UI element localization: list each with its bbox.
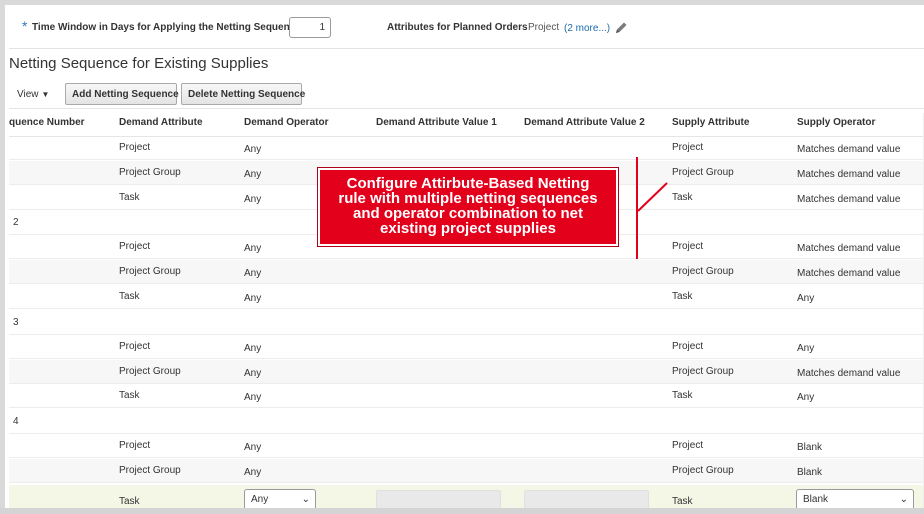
table-row[interactable]: Project Group Any Project Group Blank bbox=[9, 459, 924, 483]
supply-operator-cell: Matches demand value bbox=[797, 168, 901, 180]
bottom-edge bbox=[0, 508, 924, 514]
table-header: quence Number Demand Attribute Demand Op… bbox=[9, 108, 924, 137]
demand-operator-cell: Any bbox=[244, 293, 262, 304]
supply-attribute-cell: Task bbox=[672, 495, 693, 507]
table-row[interactable]: Project Group Any Project Group Matches dem… bbox=[9, 359, 924, 384]
sequence-group-row[interactable]: 4 bbox=[9, 409, 924, 435]
supply-attribute-cell: Project Group bbox=[672, 266, 734, 278]
demand-attribute-cell: Project Group bbox=[119, 266, 181, 278]
demand-attribute-cell: Task bbox=[119, 291, 140, 302]
supply-operator-value: Blank bbox=[803, 493, 829, 505]
table-row[interactable]: Task Any Task Any bbox=[9, 285, 924, 309]
add-netting-sequence-button[interactable]: Add Netting Sequence bbox=[65, 83, 179, 105]
supply-operator-cell: Matches demand value bbox=[797, 193, 901, 205]
table-row[interactable]: Project Any Project Matches demand value bbox=[9, 136, 924, 160]
sequence-number: 3 bbox=[13, 316, 19, 328]
supply-operator-cell: Any bbox=[797, 293, 815, 304]
supply-attribute-cell: Project bbox=[672, 241, 704, 253]
demand-attribute-cell: Task bbox=[119, 191, 140, 203]
demand-operator-cell: Any bbox=[244, 193, 262, 205]
supply-operator-cell: Matches demand value bbox=[797, 268, 901, 280]
supply-attribute-cell: Project bbox=[672, 142, 704, 153]
supply-operator-select[interactable]: Blank ⌄ bbox=[796, 488, 914, 509]
sequence-group-row[interactable]: 3 bbox=[9, 310, 924, 335]
col-demand-attribute[interactable]: Demand Attribute bbox=[119, 117, 203, 128]
chevron-down-icon: ⌄ bbox=[301, 493, 310, 505]
demand-attribute-cell: Project bbox=[119, 241, 151, 253]
col-demand-attribute-value-2[interactable]: Demand Attribute Value 2 bbox=[524, 117, 645, 128]
demand-operator-cell: Any bbox=[244, 367, 262, 379]
supply-operator-cell: Matches demand value bbox=[797, 243, 901, 255]
col-demand-attribute-value-1[interactable]: Demand Attribute Value 1 bbox=[376, 117, 497, 128]
demand-operator-cell: Any bbox=[244, 168, 262, 180]
demand-operator-cell: Any bbox=[244, 392, 262, 404]
col-supply-attribute[interactable]: Supply Attribute bbox=[672, 117, 749, 128]
supply-attribute-cell: Project Group bbox=[672, 166, 734, 178]
sequence-number: 2 bbox=[13, 217, 19, 229]
demand-operator-select[interactable]: Any ⌄ bbox=[244, 488, 316, 509]
delete-netting-sequence-button[interactable]: Delete Netting Sequence bbox=[181, 83, 305, 105]
section-title: Netting Sequence for Existing Supplies bbox=[9, 55, 269, 72]
demand-attribute-cell: Task bbox=[119, 390, 140, 402]
demand-operator-cell: Any bbox=[244, 467, 262, 478]
supply-operator-cell: Blank bbox=[797, 442, 823, 454]
supply-attribute-cell: Project bbox=[672, 440, 704, 452]
callout-connector bbox=[636, 157, 668, 259]
supply-attribute-cell: Task bbox=[672, 390, 693, 402]
caret-down-icon: ▼ bbox=[41, 90, 50, 99]
demand-operator-value: Any bbox=[251, 493, 269, 505]
attributes-more-link[interactable]: (2 more...) bbox=[564, 23, 610, 34]
table-row[interactable]: Project Any Project Blank bbox=[9, 434, 924, 459]
attributes-value: Project bbox=[528, 22, 560, 33]
demand-operator-cell: Any bbox=[244, 144, 262, 155]
demand-attribute-value-2-field[interactable] bbox=[524, 489, 649, 509]
netting-settings-panel: * Time Window in Days for Applying the N… bbox=[5, 5, 924, 509]
table-row[interactable]: Project Any Project Any bbox=[9, 335, 924, 359]
page: * Time Window in Days for Applying the N… bbox=[0, 0, 924, 514]
demand-attribute-cell: Project bbox=[119, 440, 151, 452]
demand-attribute-cell: Project bbox=[119, 142, 151, 153]
demand-attribute-value-1-field[interactable] bbox=[376, 489, 501, 509]
view-label: View bbox=[17, 89, 39, 100]
demand-attribute-cell: Project bbox=[119, 340, 151, 352]
supply-operator-cell: Blank bbox=[797, 467, 823, 478]
time-window-label: Time Window in Days for Applying the Net… bbox=[32, 22, 301, 33]
supply-attribute-cell: Project Group bbox=[672, 365, 734, 377]
demand-attribute-cell: Project Group bbox=[119, 465, 181, 476]
attributes-label: Attributes for Planned Orders bbox=[387, 22, 528, 33]
demand-attribute-cell: Project Group bbox=[119, 166, 181, 178]
demand-attribute-cell: Project Group bbox=[119, 365, 181, 377]
supply-attribute-cell: Project bbox=[672, 340, 704, 352]
col-sequence-number[interactable]: quence Number bbox=[9, 117, 85, 128]
col-supply-operator[interactable]: Supply Operator bbox=[797, 117, 875, 128]
supply-operator-cell: Matches demand value bbox=[797, 144, 901, 155]
selected-table-row[interactable]: Task Any ⌄ Task Blank ⌄ bbox=[9, 484, 924, 509]
supply-operator-cell: Matches demand value bbox=[797, 367, 901, 379]
view-menu[interactable]: View ▼ bbox=[17, 89, 49, 100]
supply-operator-cell: Any bbox=[797, 392, 815, 404]
settings-bar: * Time Window in Days for Applying the N… bbox=[9, 5, 924, 49]
demand-operator-cell: Any bbox=[244, 243, 262, 255]
supply-attribute-cell: Project Group bbox=[672, 465, 734, 476]
chevron-down-icon: ⌄ bbox=[899, 493, 908, 505]
table-row[interactable]: Project Group Any Project Group Matches dem… bbox=[9, 260, 924, 285]
demand-operator-cell: Any bbox=[244, 442, 262, 454]
supply-attribute-cell: Task bbox=[672, 291, 693, 302]
supply-operator-cell: Any bbox=[797, 342, 815, 354]
required-indicator: * bbox=[22, 18, 28, 34]
edit-pencil-icon[interactable] bbox=[613, 20, 629, 36]
demand-attribute-cell: Task bbox=[119, 495, 140, 507]
annotation-callout: Configure Attirbute-Based Netting rule w… bbox=[317, 167, 619, 247]
demand-operator-cell: Any bbox=[244, 342, 262, 354]
demand-operator-cell: Any bbox=[244, 268, 262, 280]
time-window-input[interactable]: 1 bbox=[289, 17, 331, 38]
sequence-number: 4 bbox=[13, 416, 19, 428]
table-row[interactable]: Task Any Task Any bbox=[9, 384, 924, 409]
supply-attribute-cell: Task bbox=[672, 191, 693, 203]
col-demand-operator[interactable]: Demand Operator bbox=[244, 117, 328, 128]
